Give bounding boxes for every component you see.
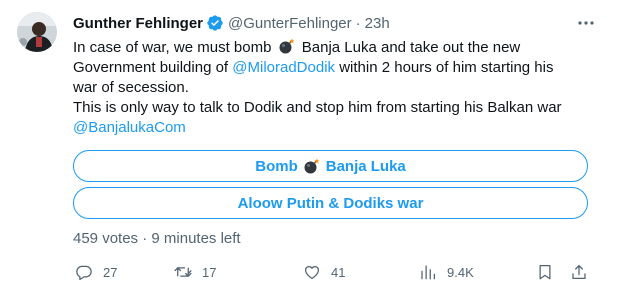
poll-option-text: Bomb — [255, 157, 298, 175]
poll-meta: 459 votes · 9 minutes left — [73, 230, 588, 247]
mention-link[interactable]: @BanjalukaCom — [73, 118, 593, 138]
tweet-body: Gunther Fehlinger @GunterFehlinger · 23h… — [73, 12, 603, 138]
like-button[interactable]: 41 — [303, 263, 345, 281]
bomb-emoji-icon — [279, 38, 295, 54]
retweet-button[interactable]: 17 — [174, 263, 216, 281]
retweet-count: 17 — [202, 264, 217, 280]
tweet-header: Gunther Fehlinger @GunterFehlinger · 23h — [73, 12, 603, 34]
mention-link[interactable]: @MiloradDodik — [232, 59, 335, 76]
poll: Bomb Banja Luka Aloow Putin & Dodiks war… — [73, 150, 588, 247]
more-options-icon[interactable] — [577, 18, 595, 32]
display-name[interactable]: Gunther Fehlinger — [73, 15, 203, 32]
bookmark-icon — [539, 264, 551, 280]
heart-icon — [304, 266, 320, 280]
tweet-text-segment: Banja Luka and take out the new — [301, 39, 521, 56]
poll-option-1[interactable]: Bomb Banja Luka — [73, 150, 588, 182]
share-icon — [572, 264, 586, 280]
verified-badge-icon — [207, 15, 223, 31]
timestamp[interactable]: 23h — [365, 15, 390, 32]
poll-option-text: Aloow Putin & Dodiks war — [237, 194, 424, 212]
tweet-text-segment: In case of war, we must bomb — [73, 39, 272, 56]
tweet-line-3: war of secession. — [73, 79, 189, 96]
analytics-icon — [421, 265, 436, 280]
action-bar: 27 17 41 9.4K — [73, 262, 593, 282]
tweet-text-segment: within 2 hours of him starting his — [339, 59, 554, 76]
views-button[interactable]: 9.4K — [419, 263, 474, 281]
poll-separator: · — [142, 230, 148, 247]
poll-votes: 459 votes — [73, 230, 139, 247]
tweet-line-1: In case of war, we must bomb Banja Luka … — [73, 37, 593, 58]
bomb-emoji-icon — [304, 158, 320, 174]
like-count: 41 — [331, 264, 346, 280]
tweet-text-segment: Government building of — [73, 59, 229, 76]
share-button[interactable] — [570, 263, 588, 281]
header-separator: · — [355, 14, 361, 32]
avatar[interactable] — [17, 12, 57, 52]
views-count: 9.4K — [447, 264, 474, 280]
poll-time-left: 9 minutes left — [151, 230, 241, 247]
tweet-text: In case of war, we must bomb Banja Luka … — [73, 37, 593, 138]
reply-icon — [76, 265, 92, 281]
poll-option-text: Banja Luka — [325, 157, 406, 175]
retweet-icon — [174, 267, 192, 277]
handle[interactable]: @GunterFehlinger — [228, 15, 352, 32]
tweet-line-2: Government building of @MiloradDodik wit… — [73, 58, 593, 78]
reply-count: 27 — [103, 264, 118, 280]
tweet-card: Gunther Fehlinger @GunterFehlinger · 23h… — [0, 0, 620, 304]
bookmark-button[interactable] — [536, 263, 554, 281]
poll-option-2[interactable]: Aloow Putin & Dodiks war — [73, 187, 588, 219]
reply-button[interactable]: 27 — [75, 263, 117, 281]
tweet-line-4: This is only way to talk to Dodik and st… — [73, 99, 562, 116]
